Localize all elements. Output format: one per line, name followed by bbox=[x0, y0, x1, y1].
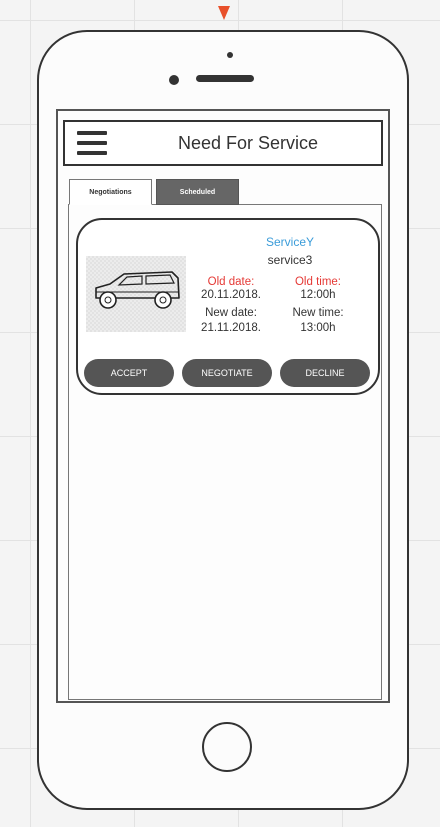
service-subtitle: service3 bbox=[267, 253, 313, 267]
old-date-label: Old date: bbox=[207, 276, 255, 288]
pointer-arrow-icon bbox=[218, 6, 230, 20]
sensor-icon bbox=[169, 75, 179, 85]
phone-frame: Need For Service Negotiations Scheduled … bbox=[37, 30, 409, 810]
car-image bbox=[86, 256, 186, 332]
new-time-value: 13:00h bbox=[300, 322, 336, 334]
new-date-label: New date: bbox=[205, 307, 257, 319]
old-time-label: Old time: bbox=[294, 276, 341, 288]
service-name: ServiceY bbox=[265, 235, 315, 249]
negotiate-button[interactable]: NEGOTIATE bbox=[182, 359, 272, 387]
accept-button[interactable]: ACCEPT bbox=[84, 359, 174, 387]
hamburger-icon[interactable] bbox=[77, 130, 107, 156]
tab-scheduled[interactable]: Scheduled bbox=[156, 179, 239, 205]
page-title: Need For Service bbox=[177, 133, 319, 153]
old-time-value: 12:00h bbox=[300, 289, 336, 301]
decline-button[interactable]: DECLINE bbox=[280, 359, 370, 387]
app-header: Need For Service bbox=[63, 120, 383, 166]
car-icon bbox=[95, 271, 180, 309]
new-time-label: New time: bbox=[292, 307, 344, 319]
tab-negotiations[interactable]: Negotiations bbox=[69, 179, 152, 205]
camera-icon bbox=[227, 52, 233, 58]
service-card: ServiceY service3 Old date: 20.11.2018. … bbox=[76, 218, 380, 395]
speaker-icon bbox=[196, 75, 254, 82]
home-button[interactable] bbox=[202, 722, 252, 772]
phone-screen: Need For Service Negotiations Scheduled … bbox=[56, 109, 390, 703]
new-date-value: 21.11.2018. bbox=[201, 322, 261, 334]
old-date-value: 20.11.2018. bbox=[201, 289, 261, 301]
